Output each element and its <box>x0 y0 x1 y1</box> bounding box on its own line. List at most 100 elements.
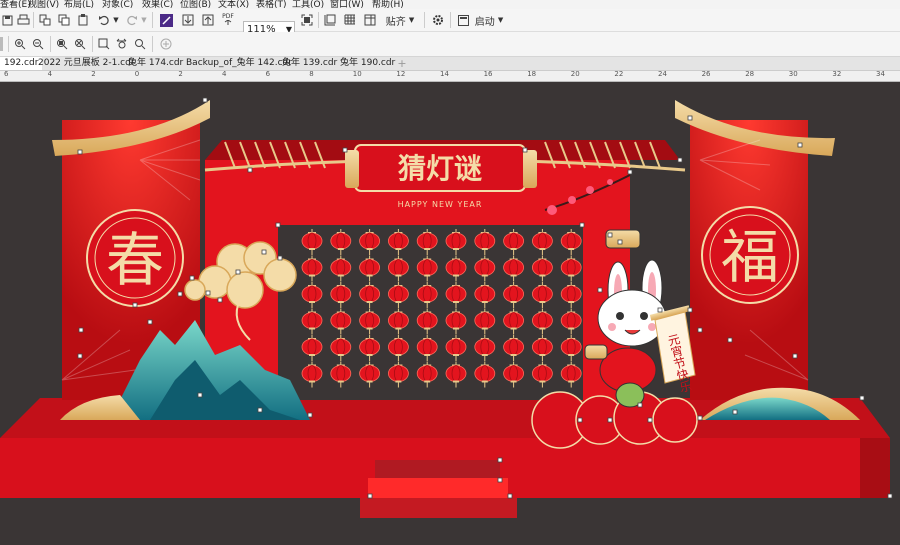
menu-item[interactable]: 位图(B) <box>180 0 211 9</box>
undo-icon[interactable] <box>96 12 112 28</box>
selection-handle <box>637 402 643 408</box>
save-icon[interactable] <box>0 12 14 28</box>
zoom-to-page-height-icon[interactable] <box>132 36 148 52</box>
menu-item[interactable]: 文本(X) <box>218 0 249 9</box>
selection-handle <box>657 307 663 313</box>
show-guidelines-icon[interactable] <box>362 12 378 28</box>
menu-item[interactable]: 对象(C) <box>102 0 133 9</box>
ruler-label: 6 <box>4 70 9 78</box>
selection-handle <box>607 417 613 423</box>
zoom-out-icon[interactable] <box>30 36 46 52</box>
zoom-to-selected-icon[interactable] <box>54 36 70 52</box>
ruler-label: 0 <box>134 70 140 78</box>
red-waves <box>531 391 698 449</box>
document-tab[interactable]: 兔年 190.cdr <box>336 57 399 70</box>
selection-handle <box>577 417 583 423</box>
selection-handle <box>522 147 528 153</box>
selection-handle <box>261 249 267 255</box>
selection-handle <box>792 353 798 359</box>
selection-handle <box>859 395 865 401</box>
ruler-label: 8 <box>309 70 314 78</box>
redo-icon[interactable] <box>124 12 140 28</box>
selection-handle <box>205 290 211 296</box>
undo-dropdown-icon[interactable]: ▼ <box>112 12 120 28</box>
launch-label: 启动 <box>474 16 495 28</box>
redo-dropdown-icon[interactable]: ▼ <box>140 12 148 28</box>
ruler-label: 24 <box>658 70 667 78</box>
selection-handle <box>147 319 153 325</box>
selection-handle <box>887 493 893 499</box>
zoom-in-icon[interactable] <box>12 36 28 52</box>
menu-item[interactable]: 窗口(W) <box>330 0 364 9</box>
selection-handle <box>189 275 195 281</box>
selection-handle <box>627 169 633 175</box>
stage-step-3 <box>360 498 517 518</box>
selection-handle <box>77 353 83 359</box>
show-grid-icon[interactable] <box>342 12 358 28</box>
selection-handle <box>677 157 683 163</box>
import-icon[interactable] <box>180 12 196 28</box>
chevron-down-icon: ▼ <box>497 16 504 24</box>
add-plus-icon[interactable] <box>158 36 174 52</box>
application-launcher-icon[interactable] <box>456 12 470 28</box>
copy-icon[interactable] <box>56 12 72 28</box>
publish-pdf-icon[interactable]: PDF <box>219 12 237 28</box>
selection-handle <box>197 392 203 398</box>
ruler-label: 22 <box>614 70 624 78</box>
menu-item[interactable]: 帮助(H) <box>372 0 404 9</box>
menu-item[interactable]: 表格(T) <box>256 0 287 9</box>
selection-handle <box>257 407 263 413</box>
print-icon[interactable] <box>15 12 31 28</box>
selection-handle <box>697 327 703 333</box>
ruler-label: 16 <box>483 70 493 78</box>
toolbar-grip[interactable] <box>0 36 6 52</box>
selection-handle <box>597 287 603 293</box>
paste-icon[interactable] <box>75 12 91 28</box>
document-tab[interactable]: 兔年 174.cdr <box>124 57 187 70</box>
menu-item[interactable]: 效果(C) <box>142 0 173 9</box>
document-tab[interactable]: 2022 元旦展板 2-1.cdr <box>34 57 139 70</box>
snap-to-dropdown[interactable]: 贴齐 ▼ <box>382 12 418 28</box>
selection-handle <box>367 493 373 499</box>
menu-item[interactable]: 布局(L) <box>64 0 94 9</box>
chevron-down-icon: ▼ <box>408 16 415 24</box>
right-medallion-char: 福 <box>721 223 779 291</box>
design-artwork[interactable]: 春 福 猜灯谜 HAPPY NEW YEAR 元宵节快乐 <box>0 82 900 545</box>
show-rulers-icon[interactable] <box>322 12 338 28</box>
horizontal-ruler[interactable]: 6 4 2 0 2 4 6 8 10 12 14 16 18 20 22 24 26 28 30 32 34 <box>0 70 900 82</box>
full-screen-icon[interactable] <box>299 12 315 28</box>
selection-handle <box>202 97 208 103</box>
ruler-label: 2 <box>178 70 183 78</box>
zoom-to-page-width-icon[interactable] <box>114 36 130 52</box>
selection-handle <box>497 477 503 483</box>
search-content-icon[interactable] <box>158 12 174 28</box>
menu-bar: 查看(E) 视图(V) 布局(L) 对象(C) 效果(C) 位图(B) 文本(X) 表格(T)… <box>0 0 900 9</box>
zoom-to-page-icon[interactable] <box>96 36 112 52</box>
menu-item[interactable]: 工具(O) <box>292 0 324 9</box>
selection-handle <box>617 239 623 245</box>
left-medallion-char: 春 <box>106 226 164 294</box>
zoom-to-all-objects-icon[interactable] <box>72 36 88 52</box>
selection-handle <box>342 147 348 153</box>
new-tab-plus-icon[interactable]: + <box>396 57 408 70</box>
launch-dropdown[interactable]: 启动 ▼ <box>472 12 506 28</box>
selection-handle <box>77 149 83 155</box>
ruler-label: 30 <box>788 70 798 78</box>
selection-handle <box>579 222 585 228</box>
document-tab[interactable]: 兔年 139.cdr <box>278 57 341 70</box>
export-icon[interactable] <box>200 12 216 28</box>
snap-label: 贴齐 <box>385 16 406 28</box>
ruler-label: 18 <box>527 70 537 78</box>
stage-step-1 <box>375 460 500 478</box>
title-text: 猜灯谜 <box>398 152 482 185</box>
ruler-label: 34 <box>876 70 885 78</box>
selection-handle <box>727 337 733 343</box>
gear-icon[interactable] <box>430 12 446 28</box>
menu-item[interactable]: 视图(V) <box>28 0 59 9</box>
ruler-label: 2 <box>91 70 96 78</box>
menu-item[interactable]: 查看(E) <box>0 0 31 9</box>
drawing-canvas[interactable]: 春 福 猜灯谜 HAPPY NEW YEAR 元宵节快乐 <box>0 82 900 545</box>
selection-handle <box>177 291 183 297</box>
subtitle-text: HAPPY NEW YEAR <box>398 200 483 209</box>
cut-icon[interactable] <box>37 12 53 28</box>
